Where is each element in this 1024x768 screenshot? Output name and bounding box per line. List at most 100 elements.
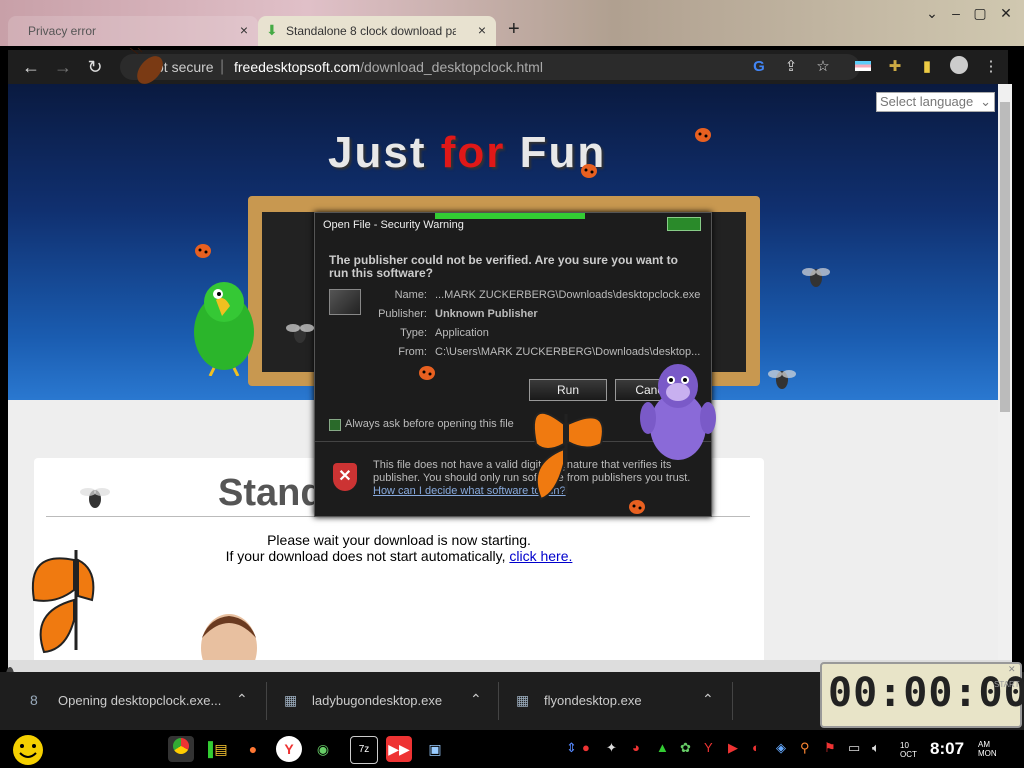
butterfly-icon xyxy=(31,550,95,654)
network-icon[interactable]: ▭ xyxy=(848,740,860,756)
download-item[interactable]: 8 Opening desktopclock.exe... ⌃ xyxy=(20,672,266,730)
download-item[interactable]: ▦ flyondesktop.exe ⌃ xyxy=(512,672,732,730)
address-bar[interactable]: ot secure | freedesktopsoft.com/download… xyxy=(120,54,860,80)
field-value-publisher: Unknown Publisher xyxy=(435,308,538,320)
date-display: 10 OCT xyxy=(900,741,917,759)
select-language-dropdown[interactable]: Select language ⌄ xyxy=(876,92,995,112)
menu-kebab-icon[interactable]: ⋮ xyxy=(980,56,1002,78)
maximize-button[interactable]: ▢ xyxy=(968,4,992,22)
7zip-icon[interactable]: 7z xyxy=(350,736,378,764)
chevron-up-icon[interactable]: ⌃ xyxy=(470,691,482,708)
click-here-link[interactable]: click here. xyxy=(509,548,572,564)
ladybug-icon xyxy=(419,366,435,380)
fly-icon xyxy=(802,268,830,287)
tab-standalone-clock[interactable]: ⬇ Standalone 8 clock download pa × xyxy=(258,16,496,46)
close-window-button[interactable]: ✕ xyxy=(994,4,1018,22)
download-status-text: Please wait your download is now startin… xyxy=(267,532,531,548)
share-icon[interactable]: ⇪ xyxy=(780,56,802,78)
reload-icon[interactable]: ↻ xyxy=(84,56,106,78)
chrome-taskbar-icon[interactable] xyxy=(168,736,194,762)
search-icon[interactable]: ⚲ xyxy=(800,740,810,756)
tab-close-icon[interactable]: × xyxy=(478,22,486,38)
timer-start-button[interactable]: START xyxy=(994,680,1019,689)
date-month: OCT xyxy=(900,750,917,759)
divider xyxy=(732,682,733,720)
firefox-icon[interactable]: ● xyxy=(240,736,266,762)
volume-icon[interactable]: 🔈︎ xyxy=(872,740,880,756)
tab-title: Privacy error xyxy=(28,24,97,38)
taskbar: ▌ ▤ ● Y ◉ 7z ▶▶ ▣ ⇕ ● ✦ ◕ ▲ ✿ Y ▶ ◐ ◈ ⚲ … xyxy=(0,730,1024,768)
new-tab-button[interactable]: + xyxy=(508,18,520,41)
always-ask-checkbox[interactable] xyxy=(329,419,341,431)
side-panel-icon[interactable]: ▮ xyxy=(916,56,938,78)
media-tray-icon[interactable]: ▶ xyxy=(728,740,738,756)
download-filename: flyondesktop.exe xyxy=(544,693,642,708)
bookmark-star-icon[interactable]: ☆ xyxy=(812,56,834,78)
google-lens-icon[interactable]: G xyxy=(748,56,770,78)
chevron-down-icon: ⌄ xyxy=(980,94,991,109)
scrollbar-thumb[interactable] xyxy=(1000,102,1010,412)
forward-arrow-icon[interactable]: → xyxy=(52,56,74,78)
banner-title-part: Just xyxy=(328,128,441,177)
system-clock[interactable]: 8:07 xyxy=(930,739,964,759)
vertical-scrollbar[interactable] xyxy=(998,84,1012,660)
back-arrow-icon[interactable]: ← xyxy=(20,56,42,78)
url-text[interactable]: freedesktopsoft.com/download_desktopcloc… xyxy=(234,59,543,75)
media-app-icon[interactable]: ▶▶ xyxy=(386,736,412,762)
display-app-icon[interactable]: ▣ xyxy=(422,736,448,762)
chevron-up-icon[interactable]: ⌃ xyxy=(702,691,714,708)
date-day: 10 xyxy=(900,741,909,750)
chevron-up-icon[interactable]: ⌃ xyxy=(236,691,248,708)
yandex-browser-icon[interactable]: Y xyxy=(276,736,302,762)
dialog-close-button[interactable] xyxy=(667,217,701,231)
flag-tray-icon[interactable]: ⚑ xyxy=(824,740,836,756)
utility-app-icon[interactable]: ◉ xyxy=(310,736,336,762)
purple-gorilla-assistant xyxy=(640,364,716,460)
scroll-arrows-icon[interactable]: ⇕ xyxy=(566,740,577,756)
download-filename: Opening desktopclock.exe... xyxy=(58,693,222,708)
app-tray-icon[interactable]: ◐ xyxy=(752,740,760,755)
yandex-tray-icon[interactable]: Y xyxy=(704,740,713,755)
fly-icon xyxy=(768,370,796,389)
tree-tray-icon[interactable]: ▲ xyxy=(656,740,669,755)
desktop-clock-widget[interactable]: 00:00:00 START ✕ xyxy=(820,662,1024,728)
ladybug-icon xyxy=(581,164,597,178)
chevron-down-icon[interactable]: ⌄ xyxy=(920,4,944,22)
timer-display: 00:00:00 xyxy=(828,670,1024,716)
ladybug-tray-icon[interactable]: ● xyxy=(582,740,590,755)
app-tray-icon[interactable]: ◕ xyxy=(632,740,640,755)
minimize-button[interactable]: – xyxy=(944,4,968,22)
field-label-type: Type: xyxy=(400,327,427,339)
tab-title: Standalone 8 clock download pa xyxy=(286,24,456,38)
fly-tray-icon[interactable]: ✦ xyxy=(606,740,617,756)
file-explorer-icon[interactable]: ▤ xyxy=(208,736,234,762)
download-item[interactable]: ▦ ladybugondesktop.exe ⌃ xyxy=(280,672,498,730)
cartoon-face-image xyxy=(201,614,257,660)
am-pm-indicator: AM MON xyxy=(978,740,997,758)
shield-warning-icon: ✕ xyxy=(333,463,357,491)
banner-title-part: for xyxy=(440,128,506,177)
always-ask-label[interactable]: Always ask before opening this file xyxy=(345,418,514,430)
parrot-tray-icon[interactable]: ✿ xyxy=(680,740,691,756)
field-label-name: Name: xyxy=(394,289,427,301)
fallback-text: If your download does not start automati… xyxy=(225,548,506,564)
close-icon[interactable]: ✕ xyxy=(1008,664,1016,675)
flag-extension-icon[interactable] xyxy=(852,56,874,78)
smiley-start-icon[interactable] xyxy=(10,732,48,766)
parrot-mascot xyxy=(194,282,254,376)
download-fallback-text: If your download does not start automati… xyxy=(34,548,764,564)
divider xyxy=(266,682,267,720)
weekday-label: MON xyxy=(978,749,997,758)
exe-file-icon: ▦ xyxy=(284,692,298,708)
divider xyxy=(498,682,499,720)
profile-avatar-icon[interactable] xyxy=(948,56,970,78)
field-label-publisher: Publisher: xyxy=(378,308,427,320)
dialog-title: Open File - Security Warning xyxy=(323,219,464,231)
tab-close-icon[interactable]: × xyxy=(240,22,248,38)
app-tray-icon[interactable]: ◈ xyxy=(776,740,786,756)
ladybug-icon xyxy=(195,244,211,258)
tab-privacy-error[interactable]: Privacy error × xyxy=(8,16,258,46)
fly-icon xyxy=(80,488,110,508)
ladybug-icon xyxy=(695,128,711,142)
extensions-puzzle-icon[interactable]: ✚ xyxy=(884,56,906,78)
